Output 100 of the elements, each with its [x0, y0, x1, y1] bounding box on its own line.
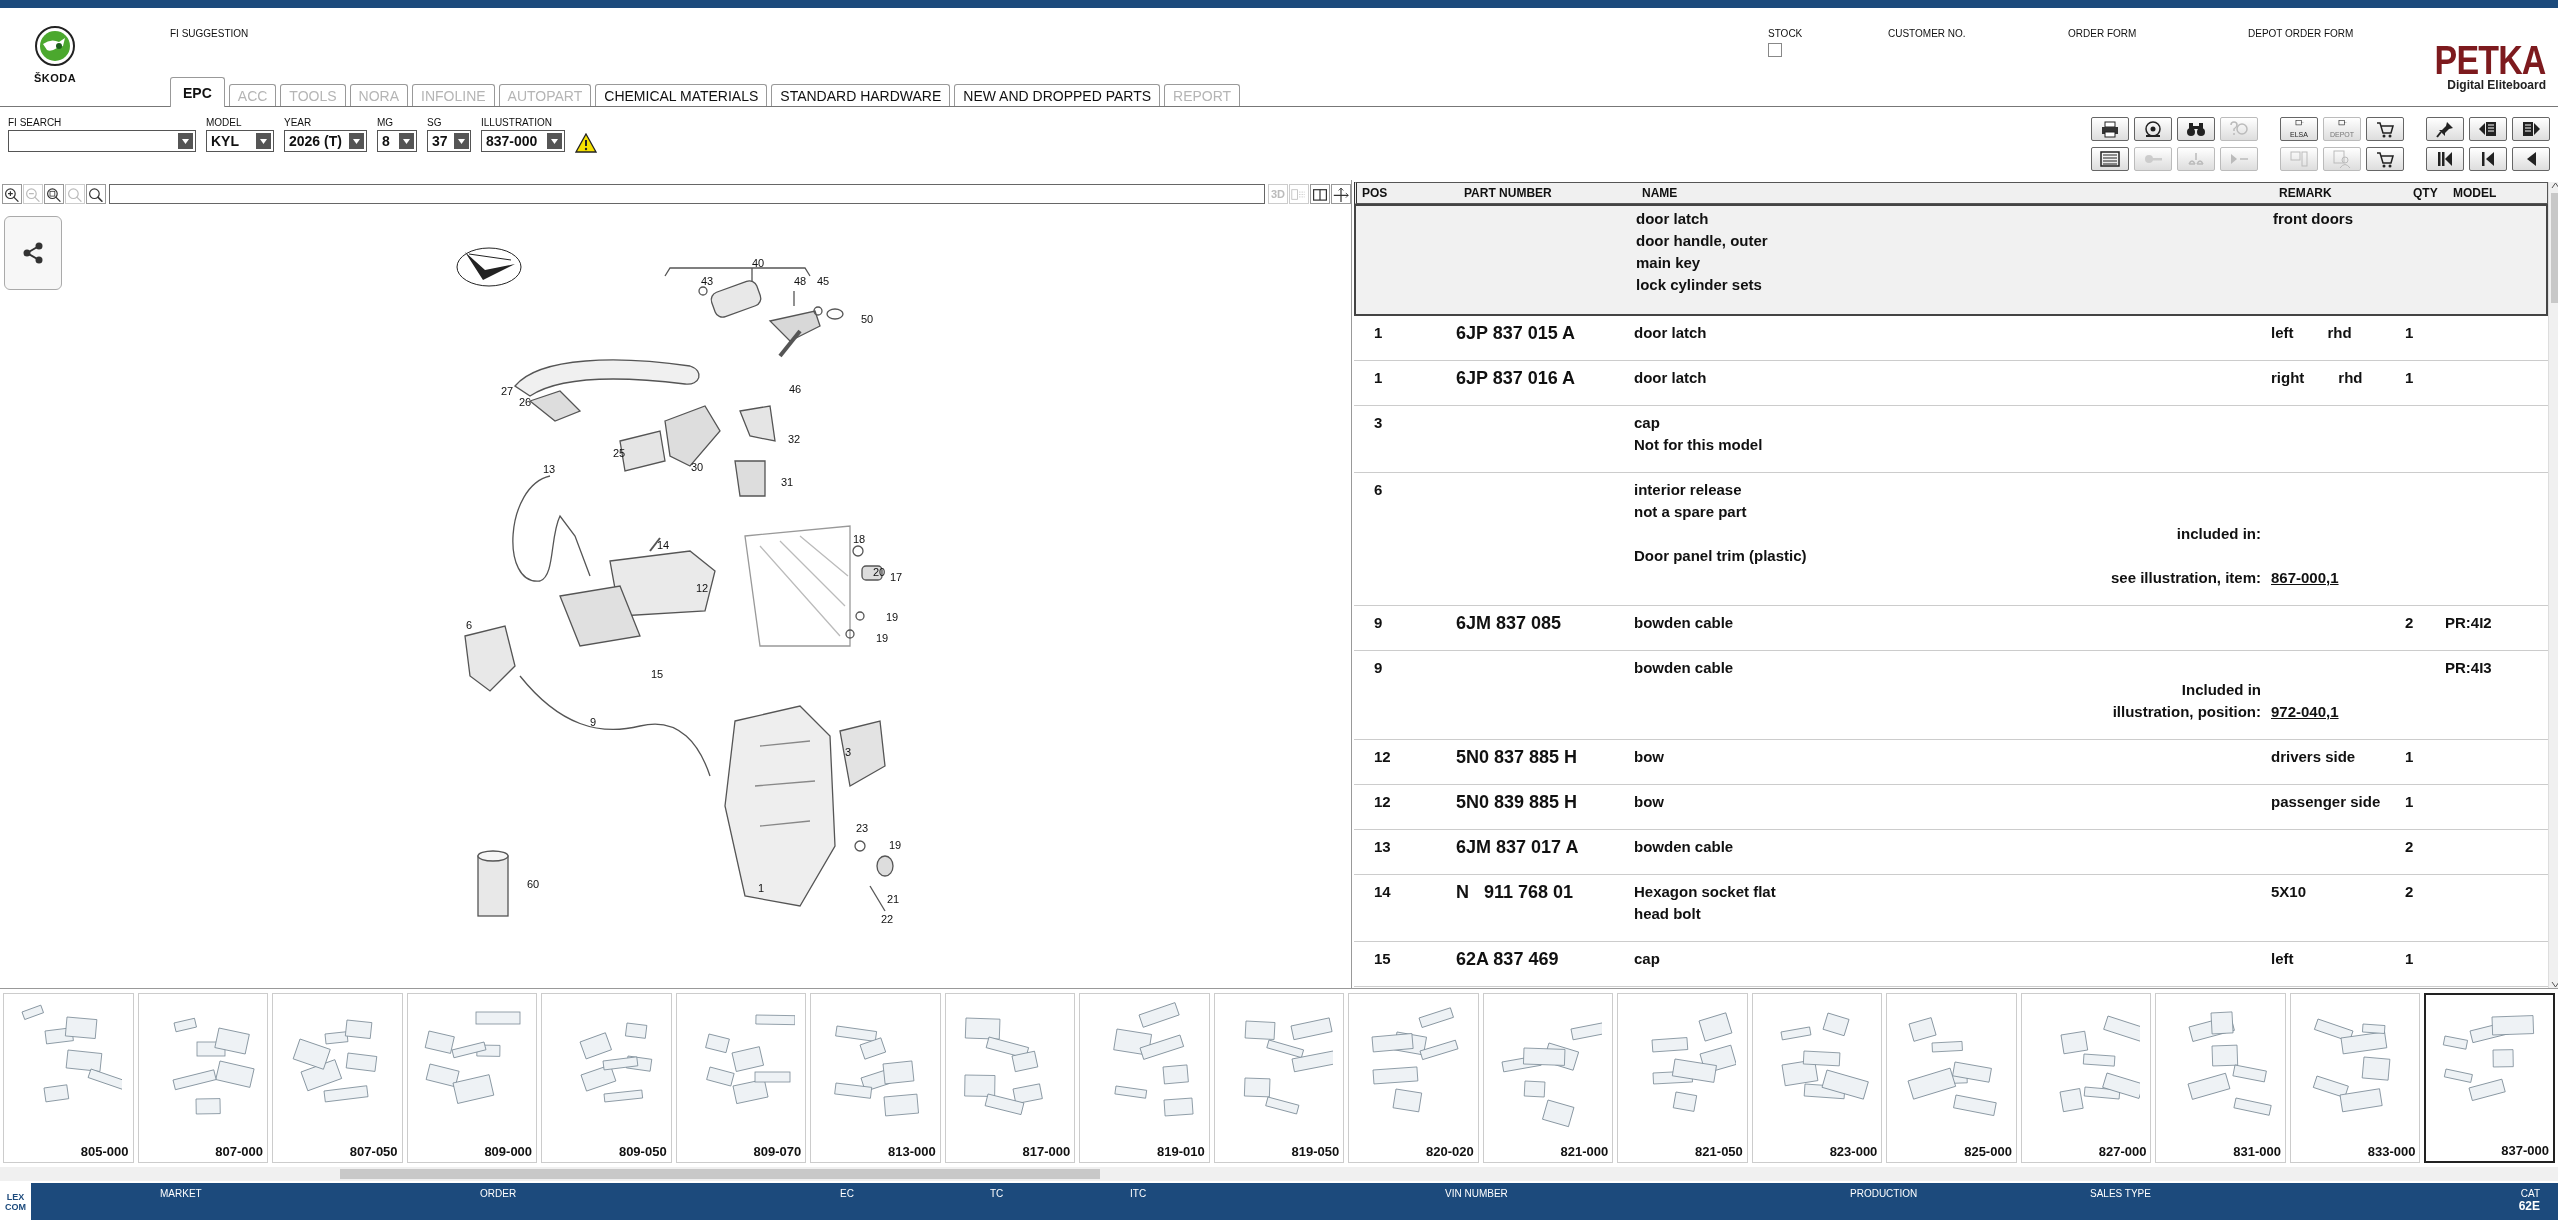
diagram-tool-button[interactable] — [86, 184, 106, 204]
callout-number: 14 — [657, 539, 670, 551]
callout-number: 23 — [856, 822, 869, 834]
person-doc-icon — [2332, 150, 2352, 168]
scroll-up-icon[interactable] — [2550, 182, 2558, 189]
illustration-thumbnail[interactable]: 837-000 — [2424, 993, 2555, 1163]
illustration-thumbnail[interactable]: 823-000 — [1751, 993, 1883, 1163]
share-button[interactable] — [4, 216, 62, 290]
toolbar-button[interactable] — [2091, 117, 2129, 141]
binoculars-icon — [2186, 120, 2206, 138]
illustration-thumbnail[interactable]: 807-000 — [137, 993, 269, 1163]
illustration-link[interactable]: 867-000,1 — [2271, 569, 2339, 586]
illustration-thumbnail[interactable]: 809-050 — [541, 993, 672, 1163]
page-left-icon — [2478, 120, 2498, 138]
callout-number: 3 — [845, 746, 852, 758]
part-name: door latch — [1634, 368, 1708, 388]
scale-icon — [2186, 150, 2206, 168]
illustration-thumbnail[interactable]: 819-010 — [1079, 993, 1210, 1163]
column-header: PART NUMBER — [1463, 186, 1553, 200]
toolbar-button[interactable] — [2366, 117, 2404, 141]
illustration-thumbnail[interactable]: 809-000 — [406, 993, 538, 1163]
illustration-thumbnail[interactable]: 827-000 — [2020, 993, 2152, 1163]
tab[interactable]: CHEMICAL MATERIALS — [595, 84, 768, 106]
scrollbar-thumb[interactable] — [2550, 193, 2558, 303]
dropdown-field[interactable] — [8, 130, 196, 152]
tab[interactable]: EPC — [170, 77, 225, 107]
quantity: 1 — [2405, 368, 2415, 388]
toolbar-button[interactable] — [2091, 147, 2129, 171]
remark-text: drivers side — [2271, 747, 2356, 767]
illustration-link[interactable]: 972-040,1 — [2271, 703, 2339, 720]
tab[interactable]: STANDARD HARDWARE — [771, 84, 951, 106]
toolbar-button[interactable] — [2469, 117, 2507, 141]
illustration-thumbnail[interactable]: 821-050 — [1617, 993, 1748, 1163]
diagram-search-field[interactable] — [109, 184, 1265, 204]
toolbar-button[interactable] — [2177, 117, 2215, 141]
model-code: PR:4I2 — [2445, 613, 2493, 633]
status-label: VIN NUMBER — [1445, 1188, 1508, 1199]
illustration-thumbnail[interactable]: 820-020 — [1348, 993, 1479, 1163]
remark-text: passenger side — [2271, 792, 2381, 812]
remark-text: rhd — [2327, 323, 2352, 343]
callout-number: 6 — [466, 619, 473, 631]
toolbar-button[interactable] — [2366, 147, 2404, 171]
stock-checkbox[interactable] — [1768, 43, 1782, 57]
column-header: REMARK — [2278, 186, 2333, 200]
position-number: 12 — [1373, 792, 1392, 812]
diagram-tool-button[interactable] — [1310, 184, 1330, 204]
part-name: bow — [1634, 747, 1665, 767]
dropdown-field[interactable]: 37 — [427, 130, 471, 152]
diagram-tool-button[interactable] — [44, 184, 64, 204]
toolbar-button[interactable] — [2134, 117, 2172, 141]
part-name: Door panel trim (plastic) — [1634, 546, 1808, 566]
callout-number: 19 — [876, 632, 889, 644]
dropdown-field[interactable]: 8 — [377, 130, 417, 152]
scroll-down-icon[interactable] — [2550, 981, 2558, 988]
status-label: TC — [990, 1188, 1004, 1199]
stock-label: STOCK — [1768, 28, 1804, 39]
diagram-tool-button[interactable] — [2, 184, 22, 204]
cross-reference-note: illustration, position: — [2111, 702, 2262, 722]
dropdown-field[interactable]: 2026 (T) — [284, 130, 367, 152]
terminal-icon — [2289, 150, 2309, 168]
illustration-thumbnail[interactable]: 809-070 — [675, 993, 807, 1163]
callout-number: 20 — [873, 566, 886, 578]
search-icon — [88, 186, 104, 202]
part-name: door latch — [1636, 209, 1710, 229]
part-number: 6JM 837 085 — [1456, 612, 1563, 634]
illustration-thumbnail[interactable]: 813-000 — [810, 993, 941, 1163]
position-number: 14 — [1373, 882, 1392, 902]
position-number: 12 — [1373, 747, 1392, 767]
vertical-scrollbar[interactable] — [2548, 182, 2558, 988]
callout-number: 45 — [817, 275, 830, 287]
dropdown-field[interactable]: KYL — [206, 130, 274, 152]
illustration-thumbnail[interactable]: 821-000 — [1482, 993, 1614, 1163]
tab[interactable]: NEW AND DROPPED PARTS — [954, 84, 1161, 106]
diagram-tool-button[interactable] — [1331, 184, 1351, 204]
toolbar-button[interactable] — [2512, 147, 2550, 171]
toolbar-button[interactable] — [2426, 117, 2464, 141]
toolbar-button[interactable] — [2469, 147, 2507, 171]
remark-text: rhd — [2338, 368, 2363, 388]
toolbar-button[interactable] — [2512, 117, 2550, 141]
remark-text: front doors — [2273, 209, 2353, 229]
order-field-label: CUSTOMER NO. — [1888, 28, 1966, 39]
quantity: 1 — [2405, 792, 2415, 812]
illustration-thumbnail[interactable]: 831-000 — [2155, 993, 2286, 1163]
illustration-thumbnail[interactable]: 805-000 — [3, 993, 134, 1163]
group-header-row[interactable]: door latch door handle, outer main key lock cylinder sets front doors — [1354, 204, 2548, 316]
illustration-thumbnail[interactable]: 825-000 — [1886, 993, 2017, 1163]
illustration-thumbnail[interactable]: 817-000 — [944, 993, 1076, 1163]
callout-number: 48 — [794, 275, 807, 287]
horizontal-scrollbar[interactable] — [0, 1167, 2558, 1181]
illustration-thumbnail[interactable]: 807-050 — [272, 993, 403, 1163]
toolbar-button[interactable] — [2426, 147, 2464, 171]
illustration-thumbnail[interactable]: 819-050 — [1213, 993, 1345, 1163]
part-name: main key — [1636, 253, 1702, 273]
zoom-out-icon — [25, 186, 41, 202]
field-label: ILLUSTRATION — [481, 117, 553, 128]
illustration-thumbnail[interactable]: 833-000 — [2289, 993, 2421, 1163]
scrollbar-thumb[interactable] — [340, 1169, 1100, 1179]
callout-number: 15 — [651, 668, 664, 680]
part-name: bowden cable — [1634, 837, 1735, 857]
dropdown-field[interactable]: 837-000 — [481, 130, 565, 152]
